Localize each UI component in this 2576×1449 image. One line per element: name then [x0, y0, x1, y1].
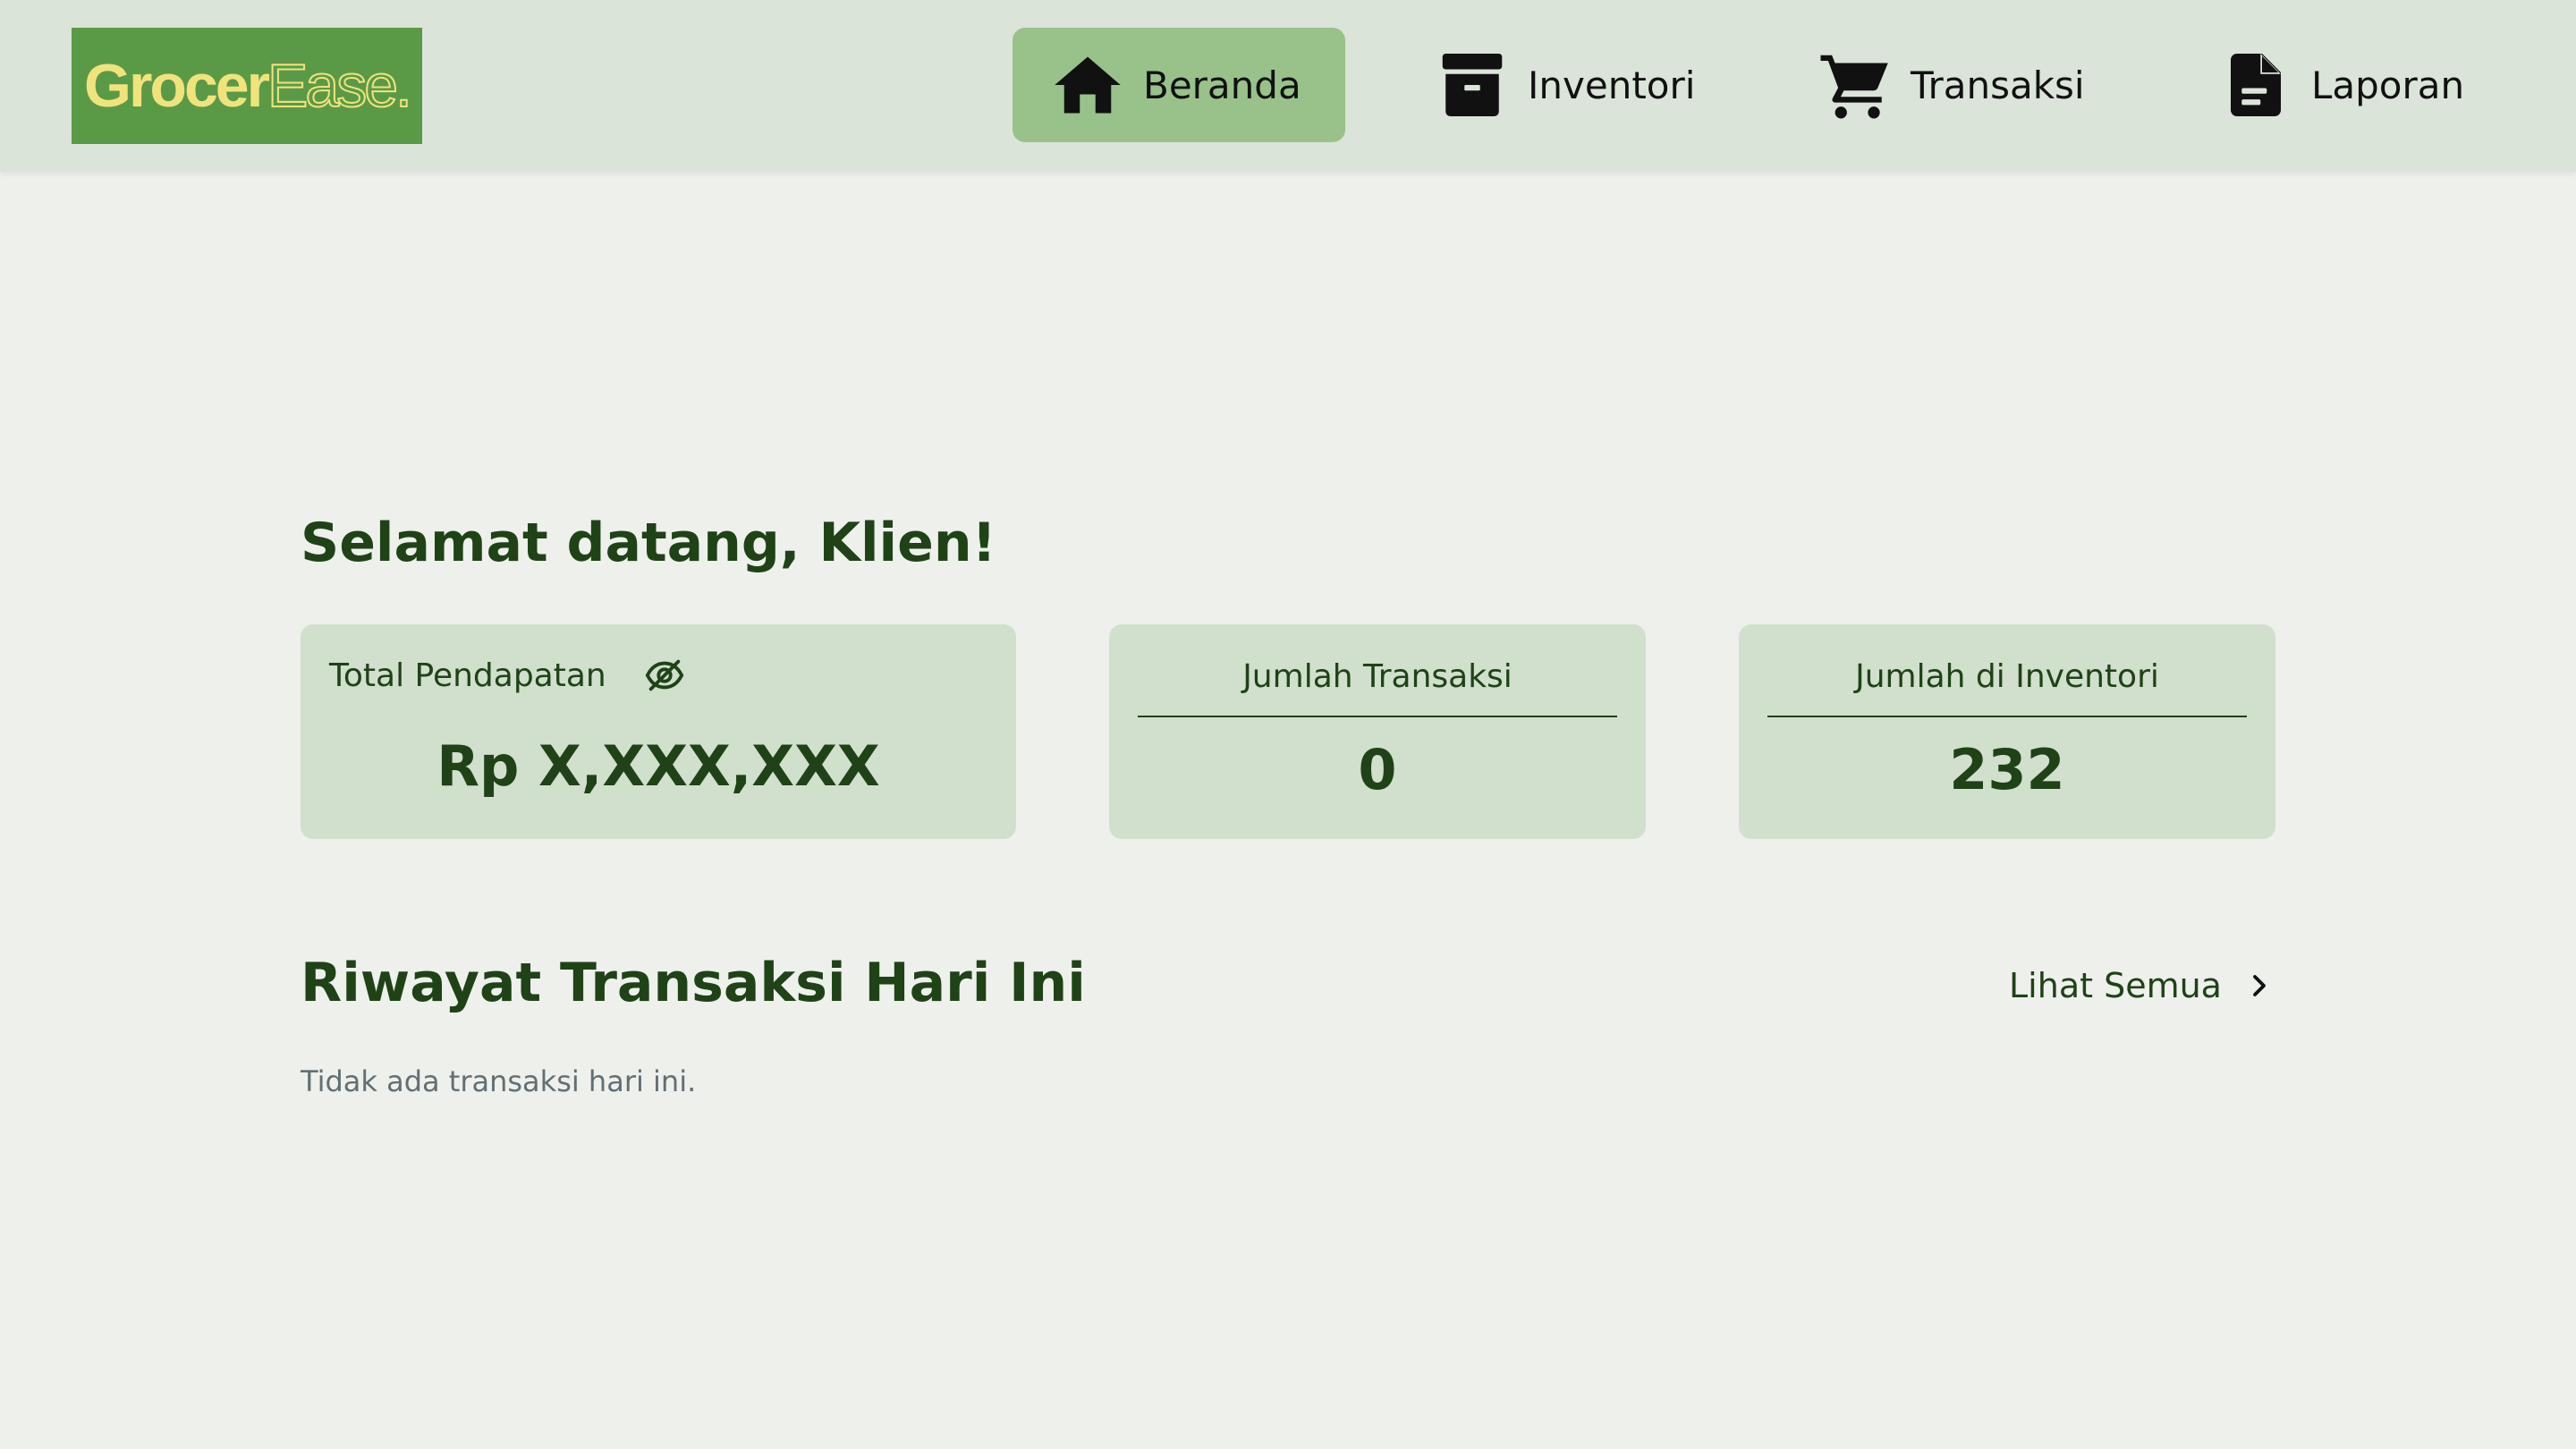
divider [1138, 716, 1617, 717]
chevron-right-icon [2243, 970, 2275, 1002]
see-all-label: Lihat Semua [2009, 966, 2222, 1005]
history-heading: Riwayat Transaksi Hari Ini [301, 952, 1086, 1014]
nav-label-transaksi: Transaksi [1911, 63, 2085, 107]
inventory-card-title: Jumlah di Inventori [1855, 658, 2159, 695]
home-icon [1050, 47, 1125, 123]
logo-text-grocer: Grocer [84, 52, 270, 120]
inventory-count-card: Jumlah di Inventori 232 [1739, 624, 2275, 839]
nav-label-laporan: Laporan [2311, 63, 2465, 107]
top-navbar: GrocerEase. Beranda Inventori Transaksi [0, 0, 2576, 172]
transaction-count-card: Jumlah Transaksi 0 [1109, 624, 1646, 839]
nav-label-beranda: Beranda [1143, 63, 1301, 107]
divider [1767, 716, 2247, 717]
archive-box-icon [1435, 47, 1510, 123]
revenue-value: Rp X,XXX,XXX [436, 733, 880, 799]
see-all-link[interactable]: Lihat Semua [2009, 966, 2275, 1005]
transaction-card-title: Jumlah Transaksi [1242, 658, 1513, 695]
shopping-cart-icon [1818, 47, 1893, 123]
revenue-card-header: Total Pendapatan [329, 655, 685, 696]
revenue-card-title: Total Pendapatan [329, 657, 606, 694]
logo-text-ease: Ease. [267, 51, 413, 121]
nav-item-beranda[interactable]: Beranda [1013, 28, 1345, 142]
grocerease-logo[interactable]: Grocer Ease. [72, 28, 422, 144]
nav-item-laporan[interactable]: Laporan [2218, 28, 2487, 142]
nav-item-transaksi[interactable]: Transaksi [1818, 28, 2122, 142]
empty-history-message: Tidak ada transaksi hari ini. [301, 1064, 697, 1098]
welcome-heading: Selamat datang, Klien! [301, 512, 996, 574]
nav-label-inventori: Inventori [1528, 63, 1696, 107]
nav-item-inventori[interactable]: Inventori [1435, 28, 1721, 142]
eye-slash-icon[interactable] [644, 655, 685, 696]
document-icon [2218, 47, 2293, 123]
transaction-count-value: 0 [1358, 737, 1397, 802]
total-revenue-card: Total Pendapatan Rp X,XXX,XXX [301, 624, 1016, 839]
inventory-count-value: 232 [1949, 737, 2065, 802]
